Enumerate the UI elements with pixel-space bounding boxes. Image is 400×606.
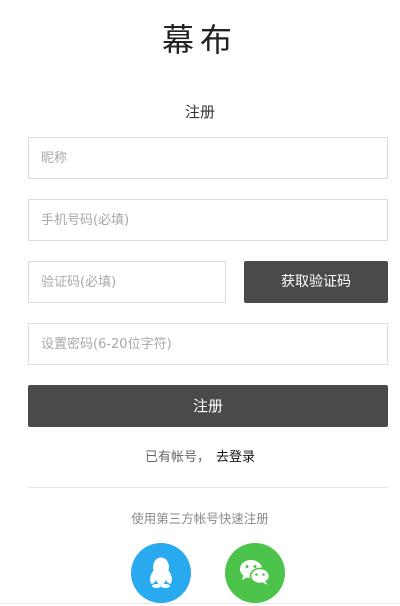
login-link[interactable]: 去登录 (216, 450, 255, 465)
nickname-input[interactable] (28, 137, 388, 179)
form-title: 注册 (184, 103, 215, 121)
login-prompt-text: 已有帐号， (144, 450, 210, 465)
divider (28, 487, 388, 488)
password-input[interactable] (28, 323, 388, 365)
phone-input[interactable] (28, 199, 388, 241)
get-code-button[interactable]: 获取验证码 (244, 261, 388, 303)
app-logo: 幕布 (161, 21, 238, 59)
qq-login-button[interactable] (131, 543, 191, 603)
register-button[interactable]: 注册 (28, 385, 388, 427)
qq-penguin-icon (150, 557, 172, 588)
wechat-icon (240, 560, 271, 585)
wechat-login-button[interactable] (225, 543, 285, 603)
third-party-title: 使用第三方帐号快速注册 (131, 511, 269, 526)
login-prompt-row: 已有帐号， 去登录 (0, 448, 400, 468)
bottom-divider (0, 603, 400, 604)
verification-code-input[interactable] (28, 261, 226, 303)
